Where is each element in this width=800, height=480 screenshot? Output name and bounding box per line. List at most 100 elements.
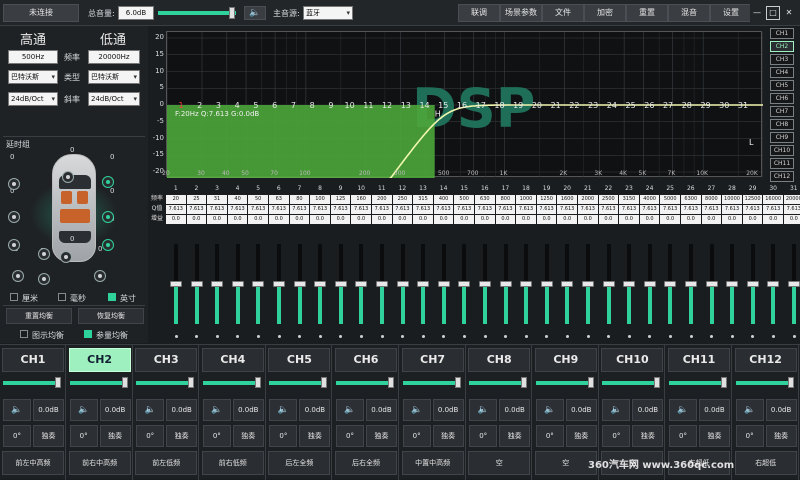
channel-mute-button[interactable]: 🔈	[535, 399, 564, 421]
band-marker[interactable]: 4	[235, 101, 240, 110]
eq-gain-field[interactable]: 0.0	[310, 215, 330, 224]
channel-name-label[interactable]: 空	[468, 451, 531, 475]
eq-band-slider-knob[interactable]	[602, 281, 615, 287]
band-marker[interactable]: 25	[626, 101, 636, 110]
channel-gain-field[interactable]: 0.0dB	[232, 399, 264, 421]
band-marker[interactable]: 31	[738, 101, 748, 110]
eq-gain-field[interactable]: 0.0	[681, 215, 701, 224]
file-button[interactable]: 文件	[542, 4, 584, 22]
channel-volume-slider[interactable]	[602, 381, 661, 385]
channel-gain-field[interactable]: 0.0dB	[499, 399, 531, 421]
eq-band-slider-knob[interactable]	[520, 281, 533, 287]
speaker-delay-icon[interactable]	[38, 273, 50, 285]
band-marker[interactable]: 23	[588, 101, 598, 110]
band-marker[interactable]: 11	[363, 101, 373, 110]
master-volume-slider[interactable]	[158, 11, 236, 15]
eq-freq-field[interactable]: 10000	[722, 195, 742, 204]
channel-list-item[interactable]: CH3	[770, 54, 794, 65]
eq-q-field[interactable]: 7.613	[248, 205, 268, 214]
channel-list-item[interactable]: CH1	[770, 28, 794, 39]
eq-gain-field[interactable]: 0.0	[289, 215, 310, 224]
channel-list-item[interactable]: CH10	[770, 145, 794, 156]
eq-gain-field[interactable]: 0.0	[433, 215, 454, 224]
eq-response-graph[interactable]: DSP F:20Hz Q:7.613 G:0.0dB 1 2 3 4 5 6 7 8 9 10 11 12…	[166, 31, 764, 180]
speaker-delay-icon[interactable]	[60, 251, 72, 263]
eq-band-slider-knob[interactable]	[540, 281, 553, 287]
unit-inch-checkbox[interactable]	[108, 293, 116, 301]
restore-eq-button[interactable]: 恢复均衡	[78, 308, 144, 324]
lowpass-slope-select[interactable]: 24dB/Oct	[88, 92, 140, 106]
eq-q-field[interactable]: 7.613	[598, 205, 619, 214]
eq-gain-field[interactable]: 0.0	[413, 215, 433, 224]
channel-volume-knob[interactable]	[587, 377, 594, 388]
eq-q-field[interactable]: 7.613	[207, 205, 227, 214]
eq-freq-field[interactable]: 500	[454, 195, 474, 204]
eq-q-field[interactable]: 7.613	[701, 205, 722, 214]
eq-freq-field[interactable]: 50	[248, 195, 268, 204]
eq-freq-field[interactable]: 8000	[701, 195, 722, 204]
eq-gain-field[interactable]: 0.0	[475, 215, 495, 224]
channel-phase-button[interactable]: 0°	[3, 425, 31, 447]
channel-name-label[interactable]: 中置中高频	[401, 451, 464, 475]
channel-volume-slider[interactable]	[336, 381, 394, 385]
eq-q-field[interactable]: 7.613	[433, 205, 454, 214]
eq-q-field[interactable]: 7.613	[763, 205, 783, 214]
lowpass-marker[interactable]: L	[749, 138, 754, 147]
speaker-delay-icon[interactable]	[102, 211, 114, 223]
channel-gain-field[interactable]: 0.0dB	[166, 399, 198, 421]
channel-mute-button[interactable]: 🔈	[69, 399, 98, 421]
channel-mute-button[interactable]: 🔈	[735, 399, 764, 421]
highpass-type-select[interactable]: 巴特沃斯	[8, 70, 58, 84]
channel-mute-button[interactable]: 🔈	[269, 399, 298, 421]
channel-phase-button[interactable]: 0°	[735, 425, 764, 447]
band-marker[interactable]: 27	[663, 101, 673, 110]
channel-gain-field[interactable]: 0.0dB	[99, 399, 131, 421]
band-marker[interactable]: 19	[513, 101, 523, 110]
eq-freq-field[interactable]: 315	[413, 195, 433, 204]
unit-cm-checkbox[interactable]	[10, 293, 18, 301]
eq-gain-field[interactable]: 0.0	[351, 215, 371, 224]
speaker-delay-icon[interactable]	[8, 211, 20, 223]
channel-volume-slider[interactable]	[269, 381, 328, 385]
channel-gain-field[interactable]: 0.0dB	[33, 399, 64, 421]
channel-select-button[interactable]: CH11	[668, 348, 730, 372]
band-marker[interactable]: 5	[253, 101, 258, 110]
eq-gain-field[interactable]: 0.0	[619, 215, 639, 224]
eq-freq-field[interactable]: 63	[269, 195, 289, 204]
eq-band-slider-knob[interactable]	[623, 281, 636, 287]
channel-list-item[interactable]: CH12	[770, 171, 794, 182]
link-button[interactable]: 联调	[458, 4, 500, 22]
eq-gain-field[interactable]: 0.0	[248, 215, 268, 224]
eq-q-field[interactable]: 7.613	[639, 205, 660, 214]
eq-band-slider-knob[interactable]	[231, 281, 244, 287]
band-marker[interactable]: 30	[719, 101, 729, 110]
eq-q-field[interactable]: 7.613	[392, 205, 413, 214]
channel-volume-knob[interactable]	[321, 377, 328, 388]
channel-phase-button[interactable]: 0°	[202, 425, 231, 447]
eq-gain-field[interactable]: 0.0	[742, 215, 763, 224]
eq-band-slider-knob[interactable]	[293, 281, 306, 287]
channel-list-item[interactable]: CH4	[770, 67, 794, 78]
eq-gain-field[interactable]: 0.0	[330, 215, 351, 224]
band-marker[interactable]: 14	[419, 101, 429, 110]
eq-gain-field[interactable]: 0.0	[660, 215, 680, 224]
channel-select-button[interactable]: CH9	[534, 348, 597, 372]
channel-name-label[interactable]: 前左中高频	[2, 451, 64, 475]
eq-band-slider-knob[interactable]	[499, 281, 512, 287]
channel-solo-button[interactable]: 独奏	[699, 425, 730, 447]
scene-params-button[interactable]: 场景参数	[500, 4, 542, 22]
eq-gain-field[interactable]: 0.0	[166, 215, 186, 224]
eq-q-field[interactable]: 7.613	[681, 205, 701, 214]
eq-freq-field[interactable]: 200	[372, 195, 392, 204]
channel-select-button[interactable]: CH12	[734, 348, 797, 372]
eq-band-slider-knob[interactable]	[746, 281, 759, 287]
highpass-slope-select[interactable]: 24dB/Oct	[8, 92, 58, 106]
connect-button[interactable]: 未连接	[3, 4, 79, 22]
param-eq-checkbox[interactable]	[84, 330, 92, 338]
band-marker[interactable]: 12	[382, 101, 392, 110]
channel-volume-slider[interactable]	[669, 381, 727, 385]
eq-q-field[interactable]: 7.613	[269, 205, 289, 214]
graphic-eq-checkbox[interactable]	[20, 330, 28, 338]
eq-freq-field[interactable]: 31	[207, 195, 227, 204]
band-marker[interactable]: 24	[607, 101, 617, 110]
